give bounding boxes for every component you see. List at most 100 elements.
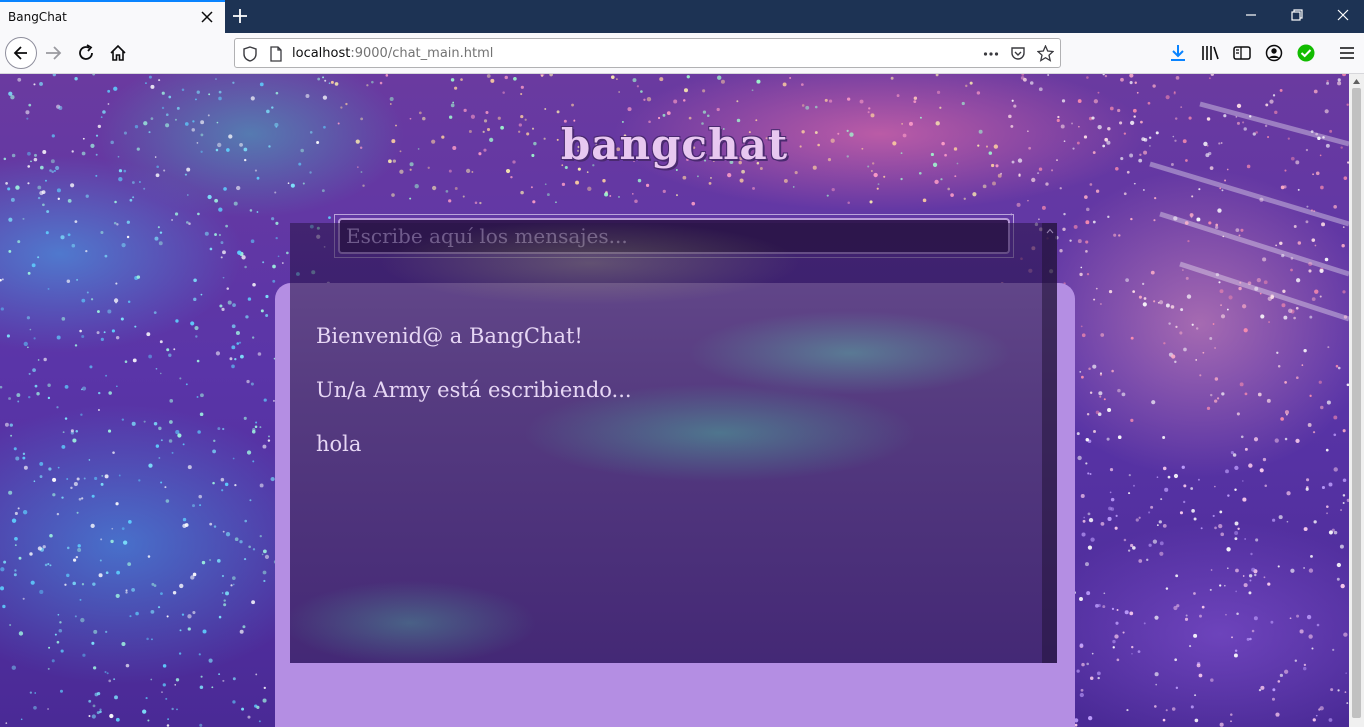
light-dot (14, 544, 17, 547)
light-dot (1220, 314, 1226, 319)
light-dot (88, 715, 91, 718)
light-dot (513, 76, 517, 81)
light-dot (243, 416, 247, 420)
light-dot (159, 231, 163, 234)
light-dot (1038, 87, 1043, 92)
chat-scrollbar[interactable] (1042, 223, 1057, 663)
light-dot (155, 173, 160, 178)
light-dot (1156, 524, 1159, 527)
light-dot (1183, 500, 1186, 504)
light-dot (232, 576, 236, 580)
light-dot (244, 265, 247, 269)
light-dot (1342, 502, 1345, 505)
library-icon[interactable] (1200, 43, 1220, 63)
light-dot (158, 79, 161, 82)
light-dot (37, 185, 42, 190)
pocket-icon[interactable] (1010, 45, 1026, 61)
light-dot (192, 572, 197, 577)
light-dot (76, 511, 79, 514)
light-dot (1152, 539, 1158, 544)
light-dot (1089, 473, 1092, 476)
light-dot (1086, 207, 1090, 212)
light-dot (94, 476, 98, 481)
light-dot (107, 103, 110, 105)
light-dot (47, 396, 51, 400)
home-icon[interactable] (108, 43, 128, 63)
light-dot (1191, 195, 1194, 198)
light-dot (632, 193, 634, 195)
light-dot (1184, 617, 1189, 621)
light-dot (250, 382, 254, 386)
extension-check-icon[interactable] (1296, 43, 1316, 63)
light-dot (57, 613, 60, 616)
reload-icon[interactable] (76, 43, 96, 63)
light-dot (258, 720, 261, 723)
light-dot (0, 307, 4, 311)
light-dot (231, 324, 236, 329)
light-dot (47, 287, 50, 290)
url-text[interactable]: localhost:9000/chat_main.html (292, 46, 493, 61)
light-dot (251, 336, 255, 339)
light-dot (1171, 707, 1176, 711)
light-dot (113, 678, 116, 681)
light-dot (1123, 538, 1127, 542)
sidebar-icon[interactable] (1232, 43, 1252, 63)
light-dot (113, 86, 118, 91)
url-bar[interactable]: localhost:9000/chat_main.html (234, 38, 1061, 68)
light-dot (277, 255, 280, 258)
light-dot (100, 116, 103, 118)
light-dot (710, 176, 712, 179)
light-dot (125, 663, 130, 668)
new-tab-icon[interactable] (231, 7, 249, 25)
back-button[interactable] (5, 37, 37, 69)
forward-arrow-icon[interactable] (43, 43, 63, 63)
restore-icon[interactable] (1290, 8, 1304, 22)
light-dot (1083, 516, 1086, 519)
light-dot (64, 384, 69, 389)
scroll-up-icon[interactable] (1352, 77, 1361, 85)
light-dot (1092, 364, 1097, 369)
chat-scroll-up-icon[interactable] (1046, 228, 1054, 234)
light-dot (1089, 183, 1093, 186)
light-dot (824, 98, 828, 102)
light-dot (1251, 567, 1256, 572)
light-dot (1342, 494, 1346, 497)
close-window-icon[interactable] (1336, 8, 1350, 22)
light-dot (22, 452, 26, 456)
light-dot (103, 331, 106, 334)
light-dot (150, 609, 155, 614)
browser-tab[interactable]: BangChat (0, 0, 225, 33)
light-dot (360, 171, 363, 173)
light-dot (1290, 568, 1295, 573)
scroll-thumb[interactable] (1352, 88, 1361, 718)
light-dot (56, 335, 61, 340)
light-dot (1284, 381, 1287, 384)
light-dot (470, 114, 476, 119)
light-dot (83, 477, 86, 480)
light-dot (168, 439, 173, 443)
light-dot (486, 74, 491, 78)
menu-icon[interactable] (1337, 43, 1357, 63)
bookmark-star-icon[interactable] (1037, 45, 1054, 62)
light-dot (104, 670, 107, 674)
page-scrollbar[interactable] (1349, 74, 1364, 727)
light-dot (706, 114, 710, 118)
light-dot (94, 692, 99, 697)
page-info-icon[interactable] (269, 46, 283, 62)
chat-log[interactable] (290, 223, 1057, 663)
light-dot (1086, 273, 1090, 276)
download-icon[interactable] (1168, 43, 1188, 63)
close-tab-icon[interactable] (199, 9, 215, 25)
account-icon[interactable] (1264, 43, 1284, 63)
light-dot (1111, 369, 1114, 373)
light-dot (98, 391, 101, 395)
shield-icon[interactable] (243, 46, 257, 62)
light-dot (1277, 680, 1281, 683)
more-actions-icon[interactable] (983, 47, 999, 61)
light-dot (540, 74, 545, 77)
light-dot (88, 699, 92, 703)
light-dot (72, 581, 76, 586)
light-dot (1345, 672, 1347, 674)
minimize-icon[interactable] (1244, 8, 1258, 22)
light-dot (1295, 438, 1300, 444)
